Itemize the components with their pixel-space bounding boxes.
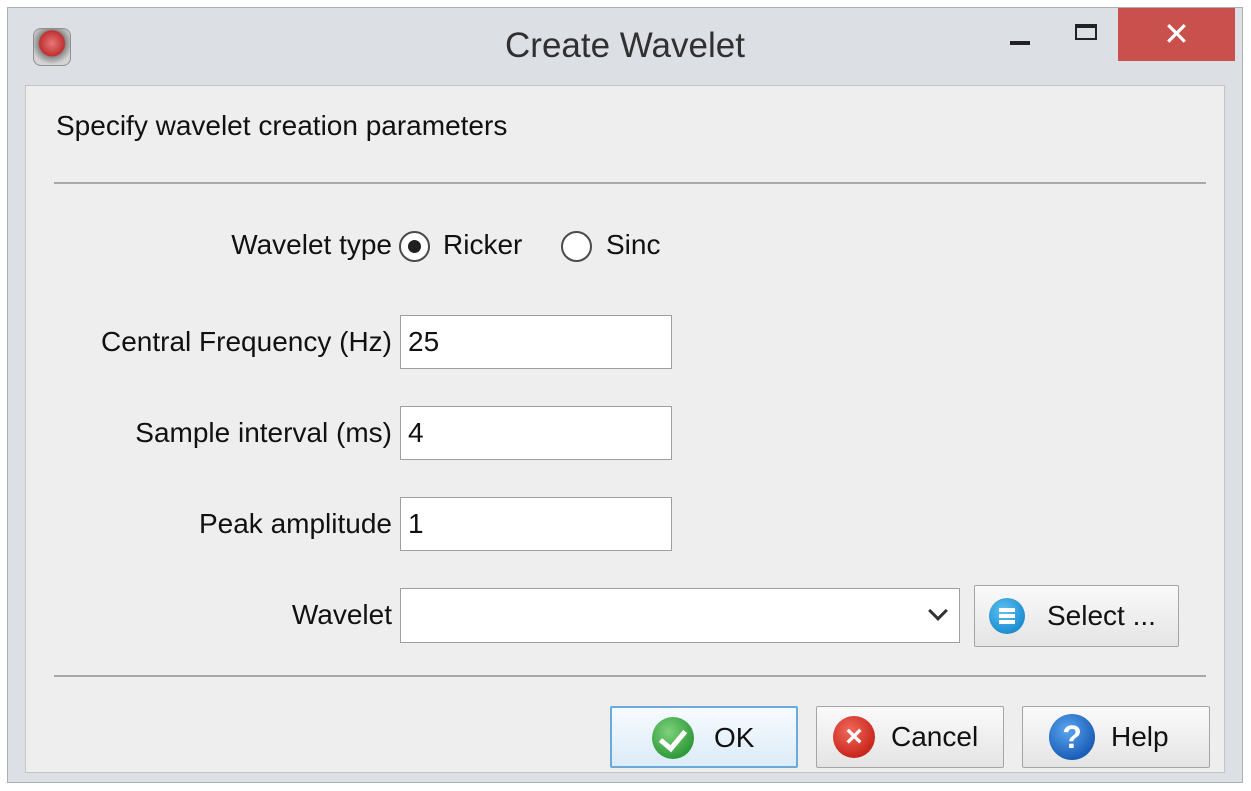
radio-ricker[interactable] <box>399 231 430 262</box>
maximize-button[interactable] <box>1058 8 1118 61</box>
title-bar[interactable]: Create Wavelet ✕ <box>8 8 1242 85</box>
radio-ricker-label[interactable]: Ricker <box>443 229 522 261</box>
close-icon: ✕ <box>1163 16 1190 52</box>
instructions-text: Specify wavelet creation parameters <box>56 110 508 141</box>
peak-amplitude-label: Peak amplitude <box>198 508 392 539</box>
window-title: Create Wavelet <box>505 26 745 65</box>
radio-sinc[interactable] <box>561 231 592 262</box>
sample-interval-label: Sample interval (ms) <box>135 417 392 448</box>
close-button[interactable]: ✕ <box>1118 8 1235 61</box>
top-separator <box>54 182 1206 184</box>
cancel-button[interactable]: × Cancel <box>816 706 1004 768</box>
help-button[interactable]: ? Help <box>1022 706 1210 768</box>
check-icon <box>652 717 694 759</box>
chevron-down-icon[interactable] <box>928 601 948 621</box>
select-wavelet-button[interactable]: Select ... <box>974 585 1179 647</box>
minimize-button[interactable] <box>993 8 1053 61</box>
peak-amplitude-input[interactable] <box>400 497 672 551</box>
dialog-content: Specify wavelet creation parameters Wave… <box>25 85 1225 773</box>
help-button-label: Help <box>1111 721 1169 752</box>
list-icon <box>989 598 1025 634</box>
wavelet-combo[interactable] <box>400 588 960 643</box>
bottom-separator <box>54 675 1206 677</box>
help-icon: ? <box>1049 714 1095 760</box>
select-button-label: Select ... <box>1047 600 1156 631</box>
central-frequency-label: Central Frequency (Hz) <box>101 326 392 357</box>
ok-button[interactable]: OK <box>610 706 798 768</box>
wavelet-type-label: Wavelet type <box>231 229 392 260</box>
wavelet-label: Wavelet <box>291 599 392 630</box>
create-wavelet-dialog: Create Wavelet ✕ Specify wavelet creatio… <box>7 7 1243 783</box>
cancel-icon: × <box>833 716 875 758</box>
sample-interval-input[interactable] <box>400 406 672 460</box>
radio-sinc-label[interactable]: Sinc <box>606 229 660 261</box>
cancel-button-label: Cancel <box>891 721 979 752</box>
central-frequency-input[interactable] <box>400 315 672 369</box>
ok-button-label: OK <box>714 722 755 753</box>
